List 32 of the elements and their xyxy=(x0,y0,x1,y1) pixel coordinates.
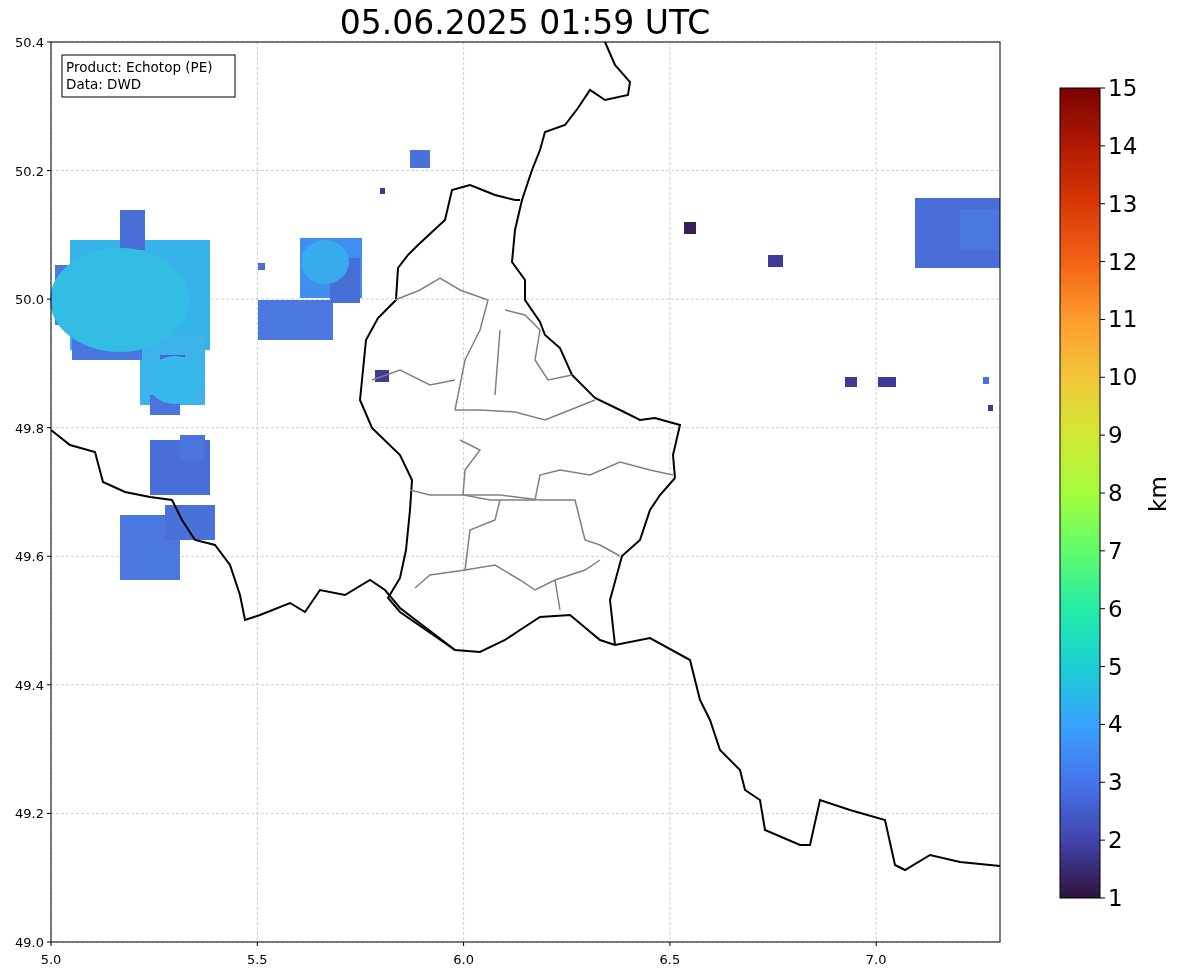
tick-label: 49.6 xyxy=(15,549,44,565)
tick-label: 5.5 xyxy=(246,952,268,967)
tick-label: 49.2 xyxy=(15,806,44,822)
colorbar-tick-label: 5 xyxy=(1108,653,1123,680)
colorbar-tick-label: 3 xyxy=(1108,769,1123,796)
figure-title: 05.06.2025 01:59 UTC xyxy=(339,3,711,42)
colorbar-tick-label: 7 xyxy=(1108,537,1123,564)
colorbar-tick-label: 4 xyxy=(1108,711,1123,738)
tick-label: 50.2 xyxy=(15,163,44,179)
tick-label: 49.4 xyxy=(15,677,44,693)
colorbar-tick-label: 1 xyxy=(1108,885,1123,911)
tick-label: 5.0 xyxy=(40,952,62,967)
tick-label: 50.0 xyxy=(15,292,44,308)
colorbar-tick-label: 14 xyxy=(1108,132,1138,159)
colorbar-tick-label: 9 xyxy=(1108,422,1123,449)
colorbar-tick-label: 6 xyxy=(1108,595,1123,622)
tick-label: 6.0 xyxy=(453,952,474,967)
colorbar-tick-label: 15 xyxy=(1108,75,1138,101)
colorbar-tick-label: 10 xyxy=(1108,364,1138,391)
info-text: Product: Echotop (PE) xyxy=(66,59,213,75)
colorbar-tick-label: 2 xyxy=(1108,827,1123,854)
colorbar-tick-label: 13 xyxy=(1108,190,1138,217)
colorbar-tick-label: 12 xyxy=(1108,248,1138,275)
tick-label: 50.4 xyxy=(15,35,44,50)
colorbar-tick-label: 8 xyxy=(1108,480,1123,506)
tick-label: 6.5 xyxy=(659,952,681,967)
colorbar-label: km xyxy=(1145,476,1171,512)
tick-label: 49.8 xyxy=(15,420,44,436)
tick-label: 49.0 xyxy=(15,935,44,950)
tick-label: 7.0 xyxy=(865,952,887,967)
colorbar-tick-label: 11 xyxy=(1108,306,1138,333)
info-text: Data: DWD xyxy=(66,76,142,92)
